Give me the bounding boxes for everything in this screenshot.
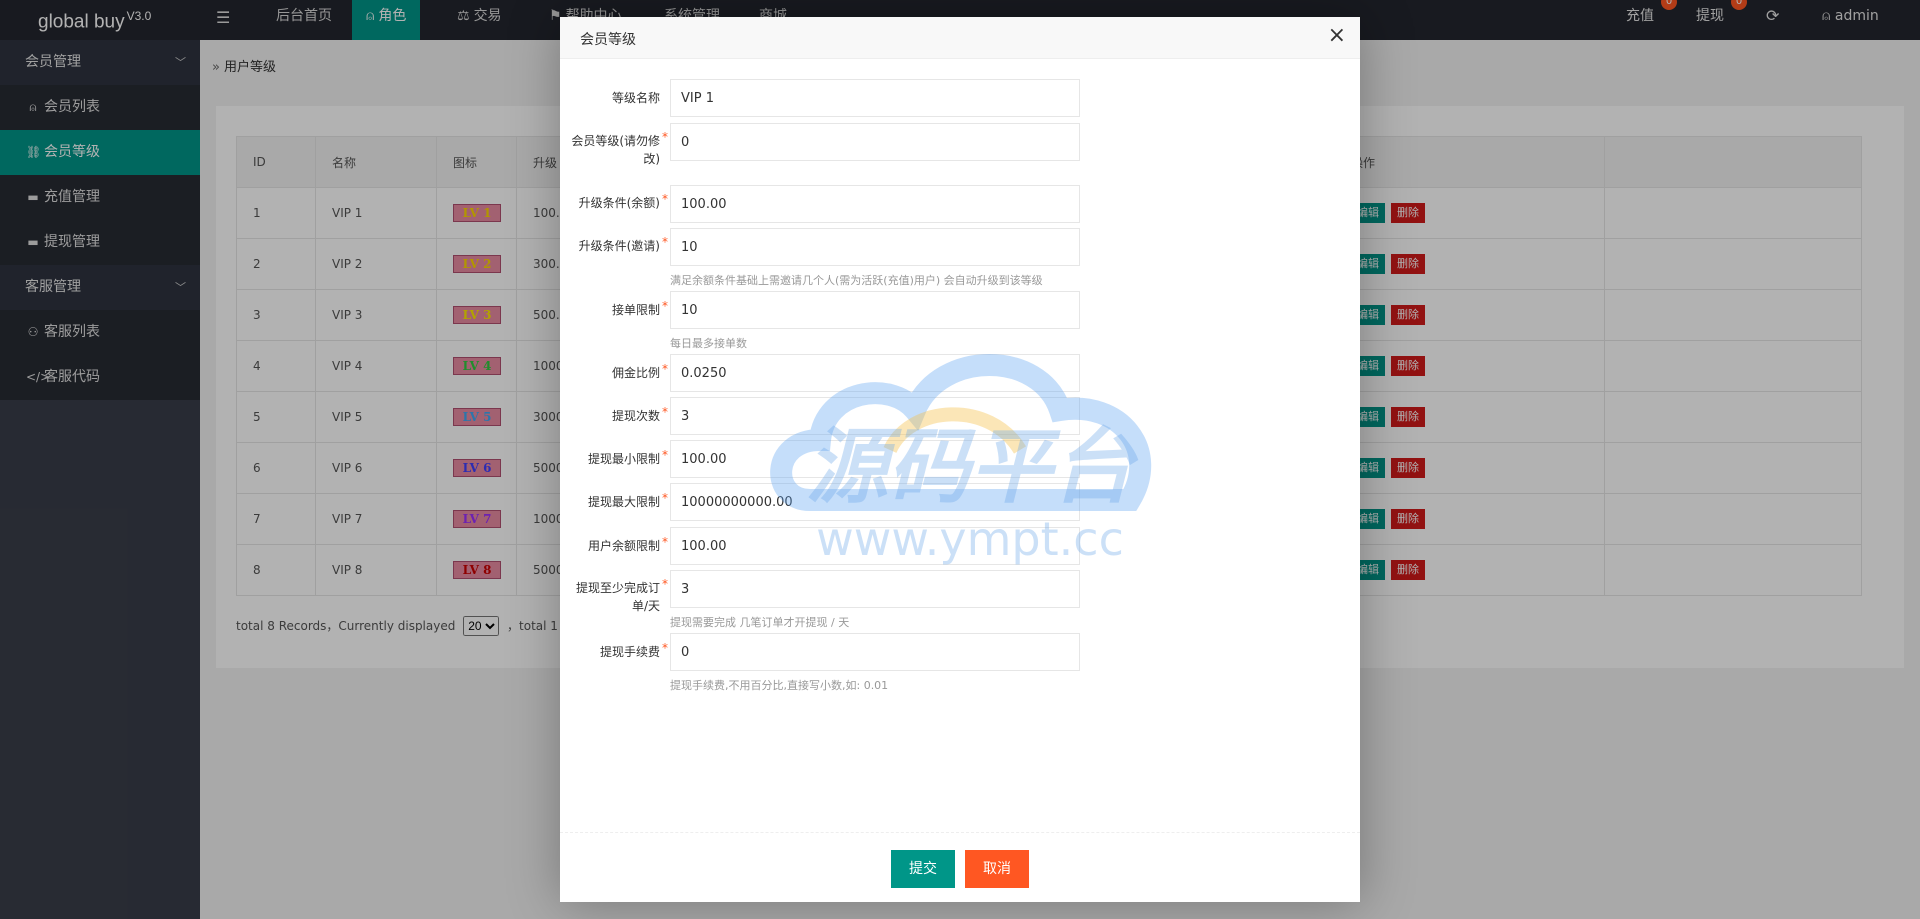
field-label: 提现最大限制 * [587,491,668,509]
field-label: 佣金比例 * [611,362,668,380]
required-star: * [662,299,668,313]
field-input[interactable] [670,633,1080,671]
dialog-divider [560,832,1360,833]
field-input[interactable] [670,185,1080,223]
member-level-dialog: 会员等级 × 等级名称会员等级(请勿修改)* 升级条件(余额)* 升级条件(邀请)*… [560,17,1360,902]
cancel-button[interactable]: 取消 [965,850,1029,888]
required-star: * [662,362,668,376]
field-hint: 提现需要完成 几笔订单才开提现 / 天 [670,616,850,629]
field-label: 提现次数 * [611,405,668,423]
field-input[interactable] [670,79,1080,117]
field-input[interactable] [670,354,1080,392]
field-input[interactable] [670,440,1080,478]
submit-button[interactable]: 提交 [891,850,955,888]
required-star: * [662,577,668,591]
field-label: 升级条件(余额) * [578,192,668,210]
required-star: * [662,235,668,249]
required-star: * [662,130,668,144]
dialog-title: 会员等级 [580,32,636,48]
field-label: 等级名称 [611,91,660,105]
field-input[interactable] [670,291,1080,329]
field-input[interactable] [670,228,1080,266]
field-input[interactable] [670,527,1080,565]
field-label: 提现至少完成订单/天 * [575,577,668,613]
field-label: 会员等级(请勿修改) * [571,130,668,166]
required-star: * [662,535,668,549]
field-label: 提现手续费 * [599,641,668,659]
dialog-header: 会员等级 × [560,17,1360,59]
field-input[interactable] [670,123,1080,161]
field-hint: 满足余额条件基础上需邀请几个人(需为活跃(充值)用户) 会自动升级到该等级 [670,274,1043,287]
field-input[interactable] [670,483,1080,521]
field-label: 接单限制 * [611,299,668,317]
field-hint: 每日最多接单数 [670,337,747,350]
required-star: * [662,641,668,655]
required-star: * [662,491,668,505]
field-input[interactable] [670,397,1080,435]
close-icon[interactable]: × [1328,23,1346,48]
field-label: 提现最小限制 * [587,448,668,466]
field-hint: 提现手续费,不用百分比,直接写小数,如: 0.01 [670,679,889,692]
field-input[interactable] [670,570,1080,608]
required-star: * [662,448,668,462]
field-label: 用户余额限制 * [587,535,668,553]
field-label: 升级条件(邀请) * [578,235,668,253]
required-star: * [662,405,668,419]
required-star: * [662,192,668,206]
